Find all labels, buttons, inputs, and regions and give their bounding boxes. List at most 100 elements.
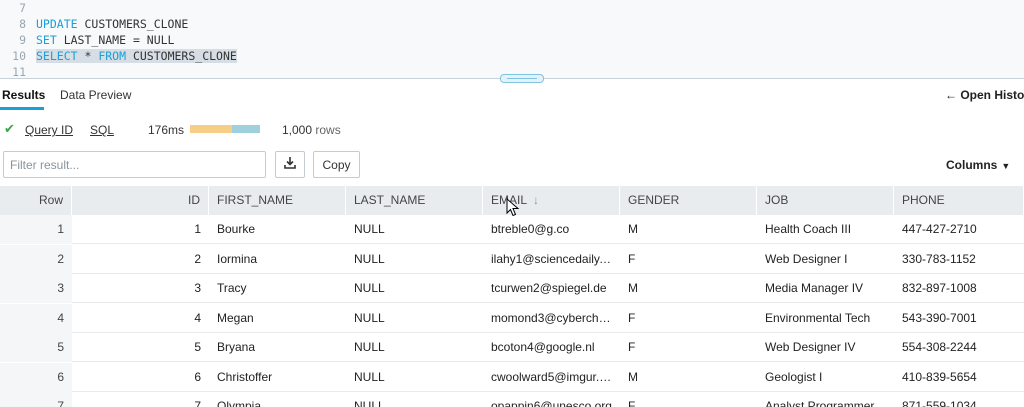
table-cell[interactable]: NULL: [346, 245, 483, 274]
filter-input[interactable]: [3, 151, 266, 178]
table-cell[interactable]: cwoolward5@imgur.com: [483, 363, 620, 392]
code-line[interactable]: 9 SET LAST_NAME = NULL: [0, 32, 174, 48]
download-icon: [284, 157, 296, 169]
column-header-label: LAST_NAME: [354, 193, 426, 207]
sort-desc-icon[interactable]: ↓: [533, 193, 539, 207]
table-cell[interactable]: 447-427-2710: [894, 215, 1024, 244]
table-cell[interactable]: M: [620, 274, 757, 303]
code-line[interactable]: 11: [0, 64, 36, 78]
table-cell[interactable]: 3: [72, 274, 209, 303]
table-row[interactable]: 6 6 Christoffer NULL cwoolward5@imgur.com M Ge…: [0, 362, 1024, 392]
table-cell[interactable]: Web Designer IV: [757, 333, 894, 362]
table-row[interactable]: 1 1 Bourke NULL btreble0@g.co M Health Coach I…: [0, 215, 1024, 244]
column-header-first-name[interactable]: FIRST_NAME: [209, 186, 346, 215]
sql-text: CUSTOMERS_CLONE: [126, 49, 237, 63]
code-line[interactable]: 8 UPDATE CUSTOMERS_CLONE: [0, 16, 188, 32]
code-line[interactable]: 10 SELECT * FROM CUSTOMERS_CLONE: [0, 48, 237, 64]
sql-text: CUSTOMERS_CLONE: [77, 17, 189, 31]
table-cell[interactable]: 2: [72, 245, 209, 274]
column-header-label: FIRST_NAME: [217, 193, 294, 207]
table-cell[interactable]: 1: [72, 215, 209, 244]
table-cell[interactable]: Bryana: [209, 333, 346, 362]
table-cell[interactable]: ilahy1@sciencedaily.com: [483, 245, 620, 274]
column-header-phone[interactable]: PHONE: [894, 186, 1024, 215]
table-cell[interactable]: M: [620, 215, 757, 244]
row-number: 3: [57, 281, 64, 295]
column-header-id[interactable]: ID: [72, 186, 209, 215]
caret-down-icon: ▼: [1001, 161, 1011, 171]
table-cell[interactable]: NULL: [346, 274, 483, 303]
column-header-email[interactable]: EMAIL ↓: [483, 186, 620, 215]
column-header-row[interactable]: Row: [0, 186, 72, 215]
table-cell[interactable]: 4: [72, 304, 209, 333]
table-cell[interactable]: 6: [72, 363, 209, 392]
table-cell[interactable]: 7: [72, 392, 209, 407]
sql-keyword: SELECT: [36, 49, 78, 63]
table-cell[interactable]: 554-308-2244: [894, 333, 1024, 362]
columns-dropdown[interactable]: Columns ▼: [946, 158, 1010, 172]
table-cell[interactable]: Geologist I: [757, 363, 894, 392]
table-cell[interactable]: momond3@cyberchimps.com: [483, 304, 620, 333]
tab-results[interactable]: Results: [2, 88, 45, 102]
table-row[interactable]: 3 3 Tracy NULL tcurwen2@spiegel.de M Media Man…: [0, 274, 1024, 303]
table-row[interactable]: 44MeganNULLmomond3@cyberchimps.comFEnvir…: [0, 303, 1024, 333]
table-cell[interactable]: F: [620, 304, 757, 333]
table-cell[interactable]: F: [620, 245, 757, 274]
table-cell[interactable]: M: [620, 363, 757, 392]
sql-text: LAST_NAME = NULL: [56, 33, 175, 47]
line-number: 7: [19, 1, 26, 15]
timing-bar: [190, 125, 260, 133]
column-header-job[interactable]: JOB: [757, 186, 894, 215]
table-cell[interactable]: NULL: [346, 304, 483, 333]
row-count-unit: rows: [315, 123, 341, 137]
table-cell[interactable]: Bourke: [209, 215, 346, 244]
table-cell[interactable]: 330-783-1152: [894, 245, 1024, 274]
table-cell[interactable]: 832-897-1008: [894, 274, 1024, 303]
column-header-gender[interactable]: GENDER: [620, 186, 757, 215]
table-cell[interactable]: tcurwen2@spiegel.de: [483, 274, 620, 303]
table-cell[interactable]: F: [620, 333, 757, 362]
mouse-cursor-icon: [506, 198, 520, 217]
table-cell[interactable]: Environmental Tech: [757, 304, 894, 333]
query-status: ✔ Query ID SQL 176ms 1,000 rows: [0, 118, 1024, 140]
table-cell[interactable]: 871-559-1034: [894, 392, 1024, 407]
table-cell[interactable]: Media Manager IV: [757, 274, 894, 303]
table-cell[interactable]: Health Coach III: [757, 215, 894, 244]
table-cell[interactable]: Analyst Programmer: [757, 392, 894, 407]
tab-data-preview[interactable]: Data Preview: [60, 88, 131, 102]
active-tab-indicator: [0, 107, 44, 110]
table-cell[interactable]: NULL: [346, 215, 483, 244]
table-cell[interactable]: Christoffer: [209, 363, 346, 392]
table-cell[interactable]: NULL: [346, 363, 483, 392]
table-cell[interactable]: Iormina: [209, 245, 346, 274]
table-cell[interactable]: opappin6@unesco.org: [483, 392, 620, 407]
table-cell[interactable]: bcoton4@google.nl: [483, 333, 620, 362]
line-number: 11: [12, 65, 26, 78]
sql-editor[interactable]: 7 8 UPDATE CUSTOMERS_CLONE 9 SET LAST_NAME =…: [0, 0, 1024, 78]
row-number: 4: [57, 310, 64, 325]
table-cell[interactable]: Megan: [209, 304, 346, 333]
sql-link[interactable]: SQL: [90, 123, 114, 137]
table-cell[interactable]: 5: [72, 333, 209, 362]
query-id-link[interactable]: Query ID: [25, 123, 73, 137]
table-cell[interactable]: 410-839-5654: [894, 363, 1024, 392]
table-cell[interactable]: NULL: [346, 392, 483, 407]
table-cell[interactable]: Tracy: [209, 274, 346, 303]
table-cell[interactable]: Web Designer I: [757, 245, 894, 274]
code-line[interactable]: 7: [0, 0, 36, 16]
table-row[interactable]: 2 2 Iormina NULL ilahy1@sciencedaily.com F Web…: [0, 244, 1024, 274]
line-number: 10: [12, 49, 26, 63]
download-button[interactable]: [275, 151, 305, 178]
table-row[interactable]: 7 7 Olympia NULL opappin6@unesco.org F Analyst…: [0, 392, 1024, 407]
table-cell[interactable]: F: [620, 392, 757, 407]
table-cell[interactable]: btreble0@g.co: [483, 215, 620, 244]
table-cell[interactable]: Olympia: [209, 392, 346, 407]
copy-button[interactable]: Copy: [313, 151, 360, 178]
table-row[interactable]: 5 5 Bryana NULL bcoton4@google.nl F Web Design…: [0, 333, 1024, 362]
timing-bar-fill: [190, 125, 232, 133]
row-number: 2: [57, 251, 64, 266]
open-history-button[interactable]: ← Open History: [945, 88, 1024, 102]
column-header-last-name[interactable]: LAST_NAME: [346, 186, 483, 215]
table-cell[interactable]: NULL: [346, 333, 483, 362]
table-cell[interactable]: 543-390-7001: [894, 304, 1024, 333]
